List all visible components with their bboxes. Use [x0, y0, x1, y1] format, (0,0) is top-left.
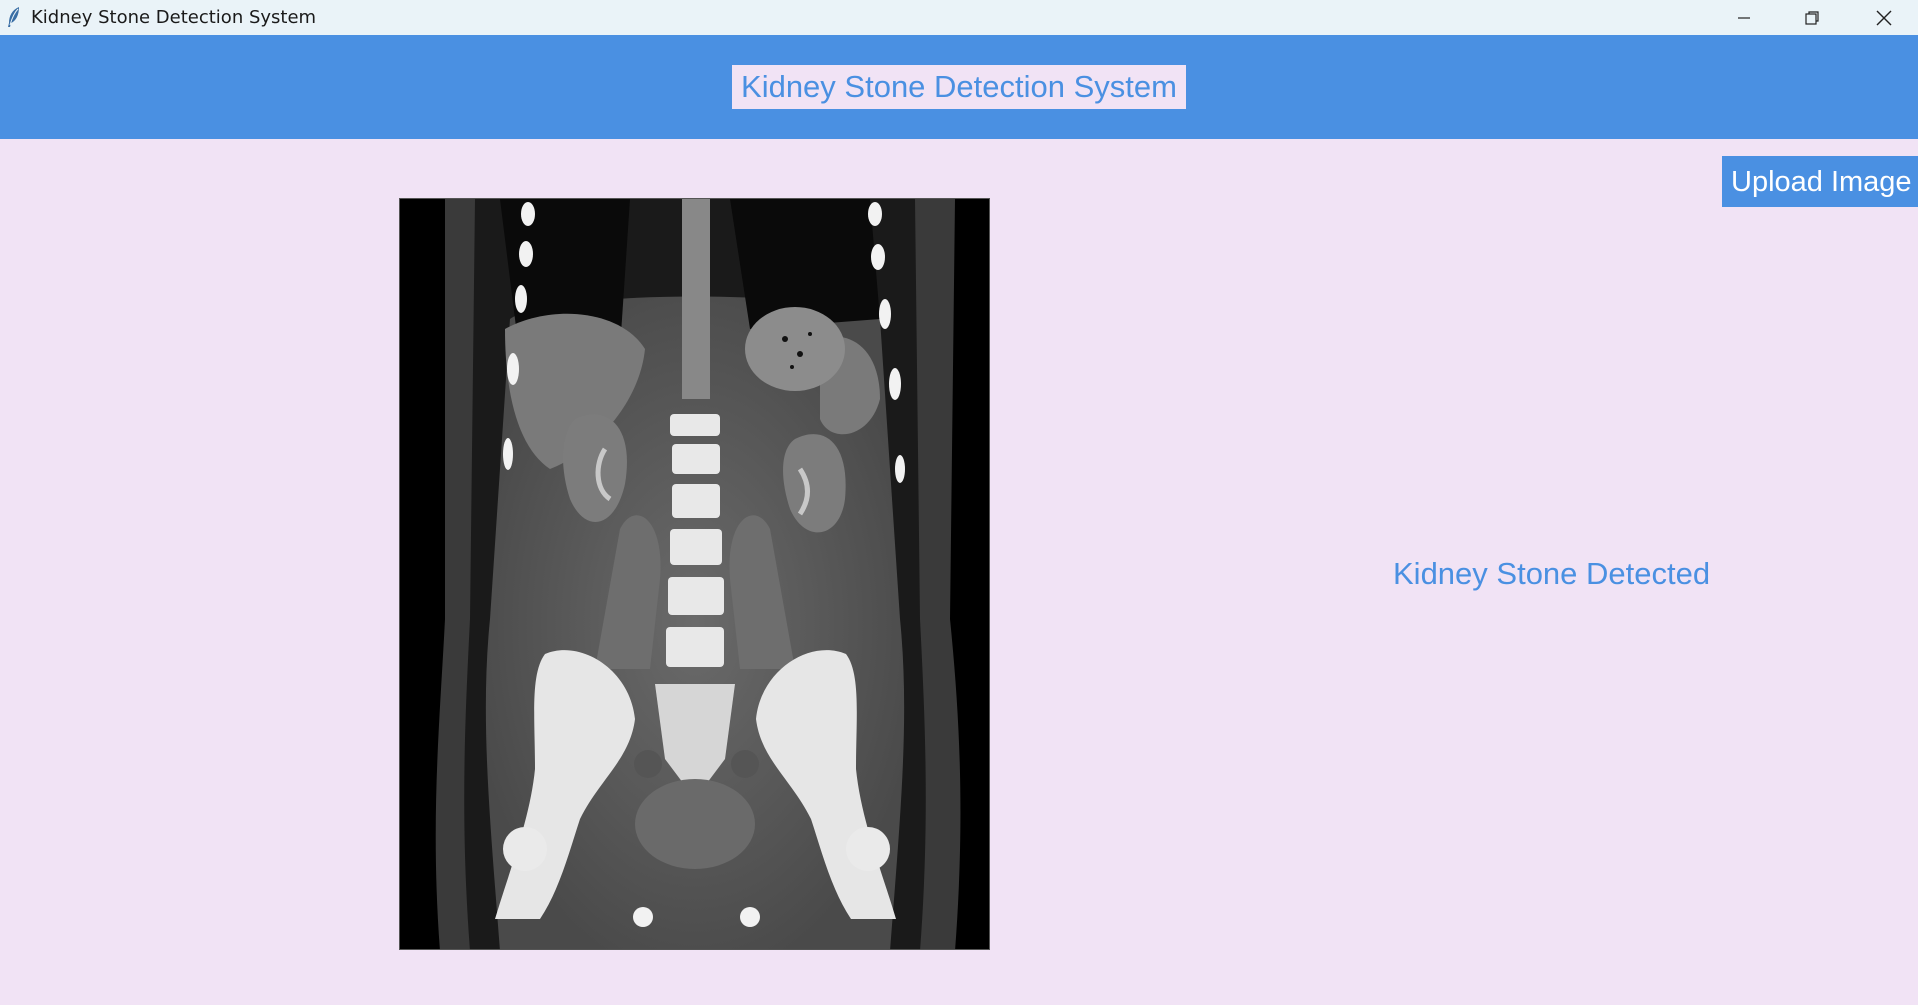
restore-icon [1804, 10, 1820, 26]
title-bar[interactable]: Kidney Stone Detection System [0, 0, 1918, 35]
ct-scan-image [399, 198, 990, 950]
page-title: Kidney Stone Detection System [732, 65, 1186, 109]
maximize-button[interactable] [1778, 0, 1846, 35]
minimize-icon [1736, 10, 1752, 26]
minimize-button[interactable] [1710, 0, 1778, 35]
feather-icon [6, 6, 22, 28]
header-bar: Kidney Stone Detection System [0, 35, 1918, 139]
close-icon [1875, 9, 1893, 27]
window-title: Kidney Stone Detection System [31, 7, 317, 28]
app-window: Kidney Stone Detection System Kidney Sto… [0, 0, 1918, 1005]
upload-image-button[interactable]: Upload Image [1722, 156, 1918, 207]
close-button[interactable] [1850, 0, 1918, 35]
detection-result-label: Kidney Stone Detected [1393, 556, 1711, 591]
